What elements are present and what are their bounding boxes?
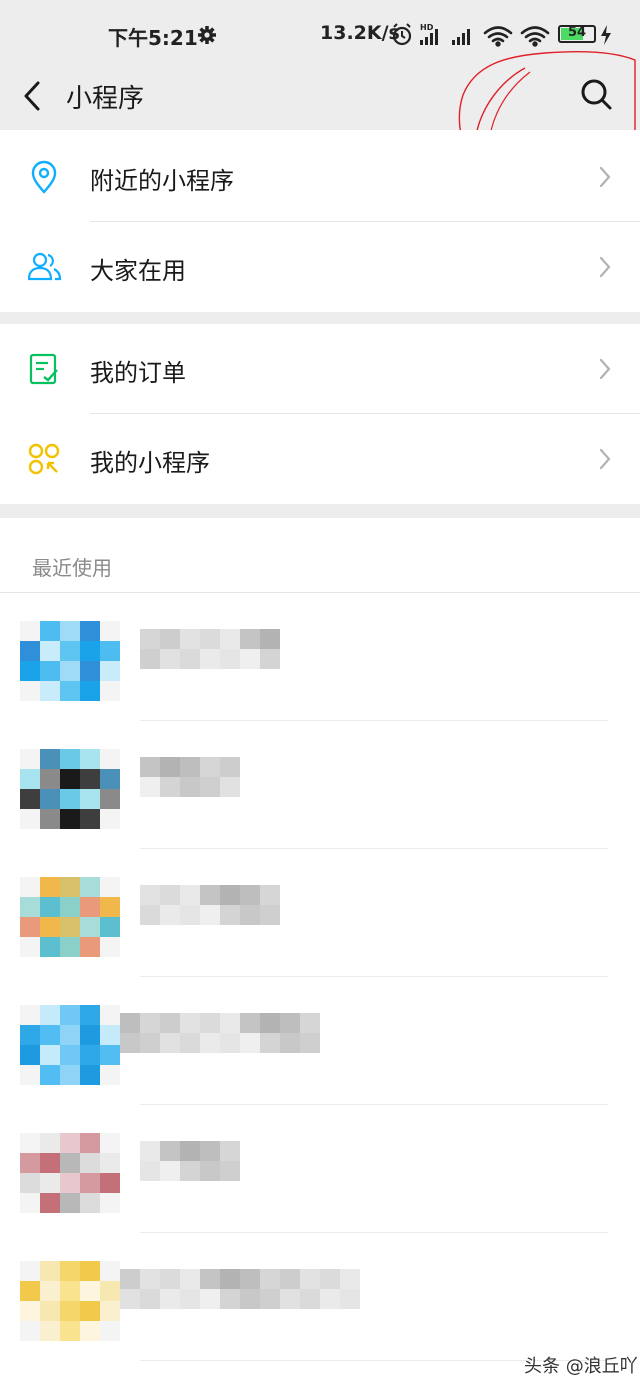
recent-item[interactable] <box>0 593 640 721</box>
mini-program-name-blurred <box>140 757 240 817</box>
section-separator <box>0 504 640 518</box>
menu-group-mine: 我的订单 我的小程序 <box>0 324 640 504</box>
battery-level: 54 <box>567 25 587 40</box>
mini-program-avatar <box>20 1261 120 1341</box>
svg-text:HD: HD <box>420 23 434 32</box>
mini-program-avatar <box>20 877 120 957</box>
net-speed: 13.2K/s <box>320 22 400 44</box>
status-time: 下午5:21 <box>108 26 198 50</box>
recent-item[interactable] <box>0 721 640 849</box>
hd-signal-icon: HD <box>420 23 438 45</box>
my-orders-item[interactable]: 我的订单 <box>0 324 640 414</box>
nearby-mini-programs-label: 附近的小程序 <box>90 167 234 195</box>
status-bar: 下午5:21 13.2K/s HD 54 <box>0 0 640 64</box>
everyone-using-item[interactable]: 大家在用 <box>0 222 640 312</box>
recent-item[interactable] <box>0 1233 640 1361</box>
location-pin-icon <box>31 160 57 194</box>
mini-program-name-blurred <box>120 1013 320 1073</box>
mini-program-avatar <box>20 621 120 701</box>
gear-icon <box>198 26 216 44</box>
my-mini-programs-label: 我的小程序 <box>90 449 210 477</box>
mini-program-avatar <box>20 1133 120 1213</box>
chevron-right-icon <box>599 256 611 278</box>
mini-program-name-blurred <box>140 629 280 689</box>
wifi-icon <box>483 26 513 47</box>
mini-program-name-blurred <box>140 885 280 945</box>
wifi-icon <box>520 26 550 47</box>
chevron-right-icon <box>599 166 611 188</box>
alarm-icon <box>392 23 412 46</box>
battery-icon: 54 <box>558 25 596 43</box>
charging-icon <box>601 25 611 45</box>
nav-bar: 小程序 <box>0 64 640 130</box>
section-separator <box>0 312 640 324</box>
watermark: 头条 @浪丘吖 <box>524 1356 638 1377</box>
recent-section-title: 最近使用 <box>32 556 112 580</box>
my-mini-programs-item[interactable]: 我的小程序 <box>0 414 640 504</box>
mini-program-avatar <box>20 749 120 829</box>
chevron-right-icon <box>599 448 611 470</box>
recent-item[interactable] <box>0 1105 640 1233</box>
page-title: 小程序 <box>66 84 145 114</box>
search-icon[interactable] <box>578 76 614 112</box>
signal-icon <box>452 29 470 45</box>
mini-program-avatar <box>20 1005 120 1085</box>
back-arrow-icon[interactable] <box>20 79 44 113</box>
order-list-icon <box>29 353 58 385</box>
recent-item[interactable] <box>0 977 640 1105</box>
mini-program-name-blurred <box>140 1141 240 1201</box>
menu-group-discover: 附近的小程序 大家在用 <box>0 130 640 312</box>
recent-item[interactable] <box>0 849 640 977</box>
my-orders-label: 我的订单 <box>90 359 186 387</box>
everyone-using-label: 大家在用 <box>90 257 186 285</box>
nearby-mini-programs-item[interactable]: 附近的小程序 <box>0 132 640 222</box>
mini-programs-icon <box>28 443 60 475</box>
chevron-right-icon <box>599 358 611 380</box>
people-icon <box>27 252 62 281</box>
mini-program-name-blurred <box>120 1269 360 1329</box>
